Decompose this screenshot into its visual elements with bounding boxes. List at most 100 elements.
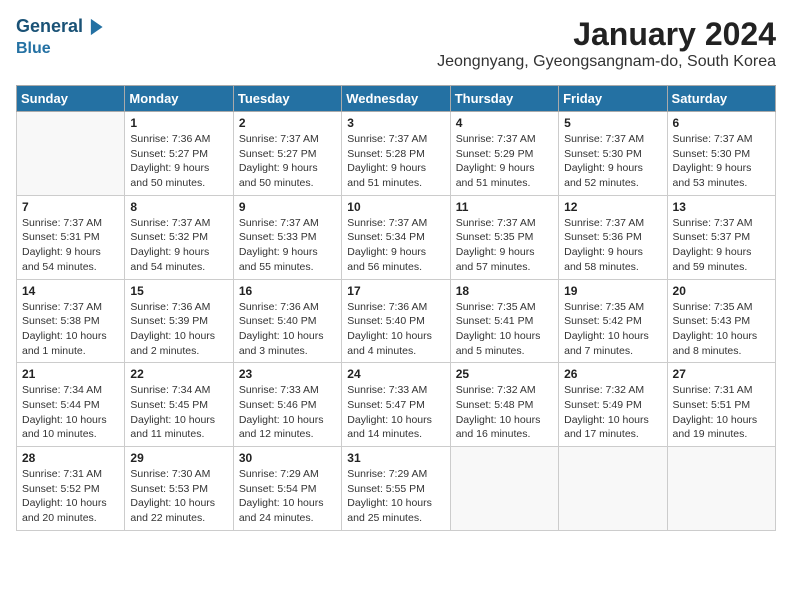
week-row-4: 21Sunrise: 7:34 AMSunset: 5:44 PMDayligh… xyxy=(17,363,776,447)
header-thursday: Thursday xyxy=(450,86,558,112)
day-info: Sunrise: 7:31 AMSunset: 5:52 PMDaylight:… xyxy=(22,467,119,526)
table-cell xyxy=(559,447,667,531)
table-cell: 20 Sunrise: 7:35 AMSunset: 5:43 PMDayligh… xyxy=(667,279,775,363)
day-number: 11 xyxy=(456,200,553,214)
day-number: 26 xyxy=(564,367,661,381)
table-cell: 22 Sunrise: 7:34 AMSunset: 5:45 PMDayligh… xyxy=(125,363,233,447)
day-number: 30 xyxy=(239,451,336,465)
table-cell: 15 Sunrise: 7:36 AMSunset: 5:39 PMDayligh… xyxy=(125,279,233,363)
day-info: Sunrise: 7:31 AMSunset: 5:51 PMDaylight:… xyxy=(673,383,770,442)
day-info: Sunrise: 7:35 AMSunset: 5:43 PMDaylight:… xyxy=(673,300,770,359)
day-number: 29 xyxy=(130,451,227,465)
day-number: 8 xyxy=(130,200,227,214)
day-number: 20 xyxy=(673,284,770,298)
table-cell: 30Sunrise: 7:29 AMSunset: 5:54 PMDayligh… xyxy=(233,447,341,531)
day-info: Sunrise: 7:37 AMSunset: 5:28 PMDaylight:… xyxy=(347,132,444,191)
table-cell: 31 Sunrise: 7:29 AMSunset: 5:55 PMDayligh… xyxy=(342,447,450,531)
page-container: General Blue January 2024 Jeongnyang, Gy… xyxy=(16,16,776,531)
day-number: 14 xyxy=(22,284,119,298)
day-info: Sunrise: 7:36 AMSunset: 5:39 PMDaylight:… xyxy=(130,300,227,359)
day-info: Sunrise: 7:37 AMSunset: 5:30 PMDaylight:… xyxy=(673,132,770,191)
table-cell: 8 Sunrise: 7:37 AMSunset: 5:32 PMDaylight… xyxy=(125,195,233,279)
logo: General Blue xyxy=(16,16,107,58)
day-number: 27 xyxy=(673,367,770,381)
day-info: Sunrise: 7:37 AMSunset: 5:36 PMDaylight:… xyxy=(564,216,661,275)
week-row-3: 14 Sunrise: 7:37 AMSunset: 5:38 PMDayligh… xyxy=(17,279,776,363)
header-monday: Monday xyxy=(125,86,233,112)
table-cell: 3 Sunrise: 7:37 AMSunset: 5:28 PMDaylight… xyxy=(342,112,450,196)
table-cell: 27 Sunrise: 7:31 AMSunset: 5:51 PMDayligh… xyxy=(667,363,775,447)
day-info: Sunrise: 7:37 AMSunset: 5:31 PMDaylight:… xyxy=(22,216,119,275)
table-cell: 11 Sunrise: 7:37 AMSunset: 5:35 PMDayligh… xyxy=(450,195,558,279)
table-cell: 16 Sunrise: 7:36 AMSunset: 5:40 PMDayligh… xyxy=(233,279,341,363)
week-row-2: 7 Sunrise: 7:37 AMSunset: 5:31 PMDaylight… xyxy=(17,195,776,279)
table-cell xyxy=(667,447,775,531)
day-info: Sunrise: 7:33 AMSunset: 5:47 PMDaylight:… xyxy=(347,383,444,442)
header-saturday: Saturday xyxy=(667,86,775,112)
day-number: 19 xyxy=(564,284,661,298)
day-number: 15 xyxy=(130,284,227,298)
month-title: January 2024 xyxy=(437,16,776,53)
week-row-5: 28 Sunrise: 7:31 AMSunset: 5:52 PMDayligh… xyxy=(17,447,776,531)
table-cell: 4Sunrise: 7:37 AMSunset: 5:29 PMDaylight… xyxy=(450,112,558,196)
table-cell: 19Sunrise: 7:35 AMSunset: 5:42 PMDayligh… xyxy=(559,279,667,363)
day-info: Sunrise: 7:37 AMSunset: 5:35 PMDaylight:… xyxy=(456,216,553,275)
table-cell: 25 Sunrise: 7:32 AMSunset: 5:48 PMDayligh… xyxy=(450,363,558,447)
weekday-header-row: Sunday Monday Tuesday Wednesday Thursday… xyxy=(17,86,776,112)
day-number: 7 xyxy=(22,200,119,214)
day-info: Sunrise: 7:35 AMSunset: 5:41 PMDaylight:… xyxy=(456,300,553,359)
header-sunday: Sunday xyxy=(17,86,125,112)
location-subtitle: Jeongnyang, Gyeongsangnam-do, South Kore… xyxy=(437,53,776,71)
table-cell: 23 Sunrise: 7:33 AMSunset: 5:46 PMDayligh… xyxy=(233,363,341,447)
day-info: Sunrise: 7:29 AMSunset: 5:55 PMDaylight:… xyxy=(347,467,444,526)
day-number: 6 xyxy=(673,116,770,130)
day-info: Sunrise: 7:36 AMSunset: 5:27 PMDaylight:… xyxy=(130,132,227,191)
day-number: 22 xyxy=(130,367,227,381)
table-cell: 29Sunrise: 7:30 AMSunset: 5:53 PMDayligh… xyxy=(125,447,233,531)
day-number: 21 xyxy=(22,367,119,381)
day-info: Sunrise: 7:36 AMSunset: 5:40 PMDaylight:… xyxy=(239,300,336,359)
day-info: Sunrise: 7:37 AMSunset: 5:37 PMDaylight:… xyxy=(673,216,770,275)
day-number: 10 xyxy=(347,200,444,214)
table-cell: 24 Sunrise: 7:33 AMSunset: 5:47 PMDayligh… xyxy=(342,363,450,447)
title-section: January 2024 Jeongnyang, Gyeongsangnam-d… xyxy=(437,16,776,79)
day-info: Sunrise: 7:37 AMSunset: 5:34 PMDaylight:… xyxy=(347,216,444,275)
table-cell: 28 Sunrise: 7:31 AMSunset: 5:52 PMDayligh… xyxy=(17,447,125,531)
day-number: 1 xyxy=(130,116,227,130)
day-info: Sunrise: 7:33 AMSunset: 5:46 PMDaylight:… xyxy=(239,383,336,442)
table-cell: 2Sunrise: 7:37 AMSunset: 5:27 PMDaylight… xyxy=(233,112,341,196)
day-number: 16 xyxy=(239,284,336,298)
day-info: Sunrise: 7:37 AMSunset: 5:33 PMDaylight:… xyxy=(239,216,336,275)
day-info: Sunrise: 7:37 AMSunset: 5:38 PMDaylight:… xyxy=(22,300,119,359)
day-number: 23 xyxy=(239,367,336,381)
table-cell: 12 Sunrise: 7:37 AMSunset: 5:36 PMDayligh… xyxy=(559,195,667,279)
day-number: 18 xyxy=(456,284,553,298)
table-cell: 5Sunrise: 7:37 AMSunset: 5:30 PMDaylight… xyxy=(559,112,667,196)
day-number: 28 xyxy=(22,451,119,465)
day-info: Sunrise: 7:36 AMSunset: 5:40 PMDaylight:… xyxy=(347,300,444,359)
day-number: 4 xyxy=(456,116,553,130)
day-info: Sunrise: 7:34 AMSunset: 5:45 PMDaylight:… xyxy=(130,383,227,442)
day-info: Sunrise: 7:32 AMSunset: 5:49 PMDaylight:… xyxy=(564,383,661,442)
day-number: 2 xyxy=(239,116,336,130)
day-number: 5 xyxy=(564,116,661,130)
week-row-1: 1 Sunrise: 7:36 AMSunset: 5:27 PMDaylight… xyxy=(17,112,776,196)
day-number: 31 xyxy=(347,451,444,465)
table-cell: 7 Sunrise: 7:37 AMSunset: 5:31 PMDaylight… xyxy=(17,195,125,279)
day-number: 25 xyxy=(456,367,553,381)
day-number: 24 xyxy=(347,367,444,381)
table-cell: 14 Sunrise: 7:37 AMSunset: 5:38 PMDayligh… xyxy=(17,279,125,363)
table-cell: 26 Sunrise: 7:32 AMSunset: 5:49 PMDayligh… xyxy=(559,363,667,447)
day-info: Sunrise: 7:32 AMSunset: 5:48 PMDaylight:… xyxy=(456,383,553,442)
day-number: 13 xyxy=(673,200,770,214)
table-cell: 9Sunrise: 7:37 AMSunset: 5:33 PMDaylight… xyxy=(233,195,341,279)
calendar-table: Sunday Monday Tuesday Wednesday Thursday… xyxy=(16,85,776,531)
day-number: 12 xyxy=(564,200,661,214)
table-cell: 17Sunrise: 7:36 AMSunset: 5:40 PMDayligh… xyxy=(342,279,450,363)
logo-text: General Blue xyxy=(16,16,107,58)
table-cell: 6 Sunrise: 7:37 AMSunset: 5:30 PMDaylight… xyxy=(667,112,775,196)
header-friday: Friday xyxy=(559,86,667,112)
day-number: 3 xyxy=(347,116,444,130)
header-wednesday: Wednesday xyxy=(342,86,450,112)
day-info: Sunrise: 7:37 AMSunset: 5:32 PMDaylight:… xyxy=(130,216,227,275)
